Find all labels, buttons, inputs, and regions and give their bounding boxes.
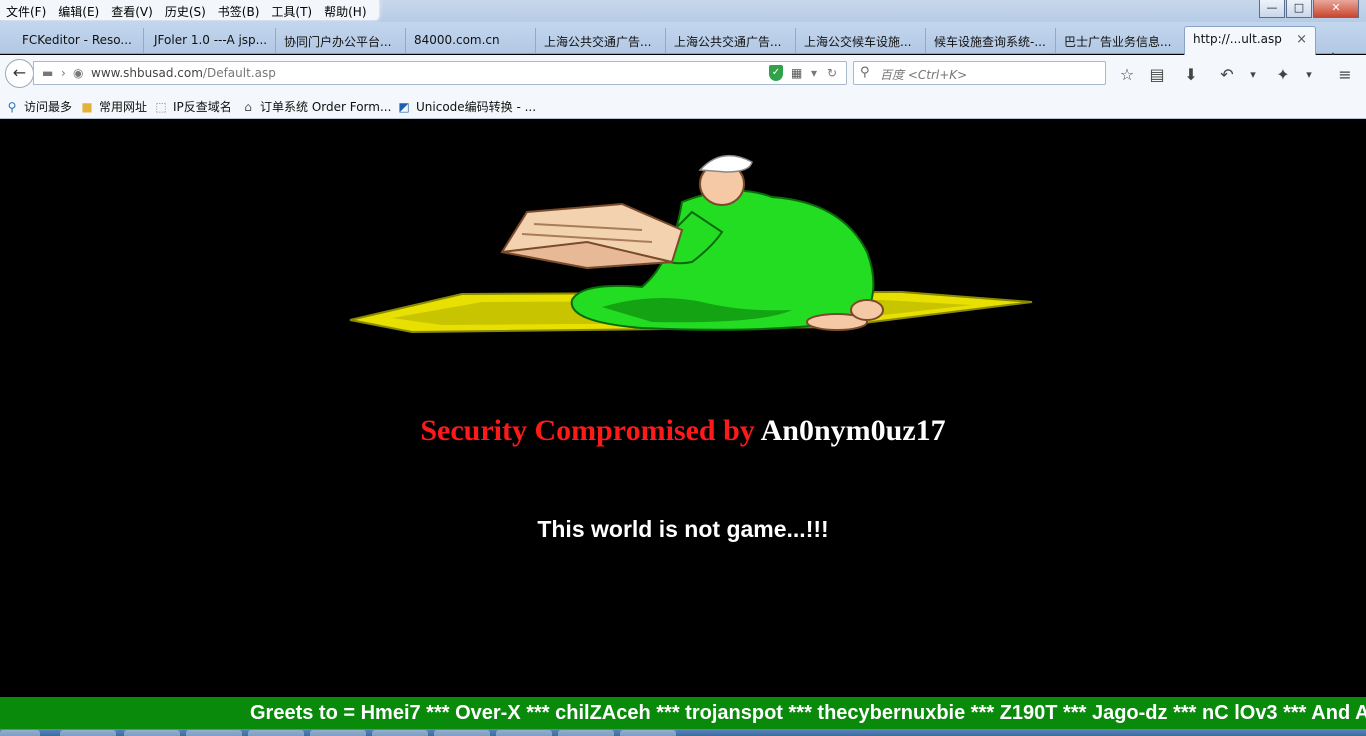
taskbar [0,729,1366,736]
tab-84000[interactable]: 84000.com.cn [406,28,536,54]
headline-red-text: Security Compromised by [420,414,755,447]
taskbar-item[interactable] [496,730,552,736]
address-host: www.shbusad.com [91,66,203,80]
taskbar-start[interactable] [0,730,40,736]
address-path: /Default.asp [202,66,276,80]
dropdown-icon[interactable]: ▾ [811,66,817,80]
undo-menu-icon[interactable]: ▾ [1242,68,1264,81]
bookmark-ip-lookup[interactable]: ⬚ IP反查域名 [154,98,232,115]
arrow-right-icon: › [61,66,66,80]
defacement-headline: Security Compromised by An0nym0uz17 [0,414,1366,448]
attacker-name: An0nym0uz17 [760,414,946,447]
tab-label: 候车设施查询系统-... [934,35,1046,49]
tab-strip: FCKeditor - Reso... JFoler 1.0 ---A jsp.… [0,22,1366,69]
tab-label: 上海公共交通广告... [674,35,782,49]
tab-facility-query[interactable]: 候车设施查询系统-... [926,28,1056,54]
home-icon: ⌂ [244,100,252,114]
tab-label: 上海公共交通广告... [544,35,652,49]
menu-help[interactable]: 帮助(H) [318,0,372,20]
close-window-button[interactable]: ✕ [1313,0,1359,18]
taskbar-item[interactable] [620,730,676,736]
tab-label: 协同门户办公平台... [284,35,392,49]
bookmark-common-sites[interactable]: ■ 常用网址 [80,98,147,115]
taskbar-item[interactable] [310,730,366,736]
extension-icon[interactable]: ✦ [1272,65,1294,84]
cap [698,154,753,173]
identity-icon: ▬ [42,66,54,80]
page-icon: ⬚ [155,100,167,114]
tab-active[interactable]: http://...ult.asp × [1184,26,1316,55]
menu-bookmarks[interactable]: 书签(B) [212,0,266,20]
tagline: This world is not game...!!! [537,516,829,542]
taskbar-item[interactable] [434,730,490,736]
tab-close-icon[interactable]: × [1296,32,1307,47]
menu-file[interactable]: 文件(F) [0,0,52,20]
back-arrow-icon: ← [12,63,27,82]
taskbar-item[interactable] [558,730,614,736]
tab-portal[interactable]: 协同门户办公平台... [276,28,406,54]
menu-view[interactable]: 查看(V) [105,0,159,20]
web-page: Security Compromised by An0nym0uz17 This… [0,120,1366,736]
bookmark-most-visited[interactable]: ⚲ 访问最多 [5,98,72,115]
bookmark-label: 订单系统 Order Form... [260,100,392,114]
bookmark-order-form[interactable]: ⌂ 订单系统 Order Form... [241,98,391,115]
bookmark-label: 常用网址 [99,100,148,114]
minimize-button[interactable]: — [1259,0,1285,18]
title-bar: 文件(F) 编辑(E) 查看(V) 历史(S) 书签(B) 工具(T) 帮助(H… [0,0,1366,22]
security-shield-icon[interactable]: ✓ [769,65,783,81]
tab-ad-1[interactable]: 上海公共交通广告... [536,28,666,54]
hamburger-menu-icon[interactable]: ≡ [1334,65,1356,84]
back-button[interactable]: ← [5,59,34,88]
download-icon[interactable]: ⬇ [1180,65,1202,84]
greets-marquee: Greets to = Hmei7 *** Over-X *** chilZAc… [0,697,1366,729]
tab-ad-2[interactable]: 上海公共交通广告... [666,28,796,54]
tab-bus-ad-info[interactable]: 巴士广告业务信息... [1056,28,1186,54]
taskbar-item[interactable] [60,730,116,736]
tab-label: 84000.com.cn [414,33,500,47]
most-visited-icon: ⚲ [7,100,17,114]
address-text: www.shbusad.com/Default.asp [91,66,276,80]
browser-window: 文件(F) 编辑(E) 查看(V) 历史(S) 书签(B) 工具(T) 帮助(H… [0,0,1366,736]
maximize-button[interactable]: □ [1286,0,1312,18]
taskbar-item[interactable] [124,730,180,736]
bookmark-star-icon[interactable]: ☆ [1116,65,1138,84]
address-bar[interactable]: ▬ › ◉ www.shbusad.com/Default.asp ✓ ▦ ▾ … [33,61,847,85]
bookmarks-bar: ⚲ 访问最多 ■ 常用网址 ⬚ IP反查域名 ⌂ 订单系统 Order Form... … [0,93,1366,119]
marquee-text: Greets to = Hmei7 *** Over-X *** chilZAc… [250,702,1366,724]
foot [850,299,884,321]
qr-code-icon[interactable]: ▦ [791,66,802,80]
tab-label: 巴士广告业务信息... [1064,35,1172,49]
folder-icon: ■ [81,100,93,114]
bookmark-label: IP反查域名 [173,100,232,114]
taskbar-item[interactable] [186,730,242,736]
unicode-site-icon: ◩ [398,100,410,114]
tab-label: 上海公交候车设施... [804,35,912,49]
navigation-bar: ← ▬ › ◉ www.shbusad.com/Default.asp ✓ ▦ … [0,55,1366,93]
search-placeholder: 百度 <Ctrl+K> [880,68,968,82]
bookmark-label: Unicode编码转换 - ... [416,100,537,114]
globe-icon: ◉ [73,66,84,80]
search-box[interactable]: ⚲ 百度 <Ctrl+K> [853,61,1106,85]
taskbar-item[interactable] [248,730,304,736]
menu-bar: 文件(F) 编辑(E) 查看(V) 历史(S) 书签(B) 工具(T) 帮助(H… [0,0,379,20]
menu-tools[interactable]: 工具(T) [265,0,318,20]
tab-bus-facility[interactable]: 上海公交候车设施... [796,28,926,54]
menu-history[interactable]: 历史(S) [159,0,212,20]
praying-figure-image [349,154,1033,334]
tab-fckeditor[interactable]: FCKeditor - Reso... [14,28,144,54]
undo-icon[interactable]: ↶ [1216,65,1238,84]
tab-label: JFoler 1.0 ---A jsp... [154,33,268,47]
extension-menu-icon[interactable]: ▾ [1298,68,1320,81]
tab-jfoler[interactable]: JFoler 1.0 ---A jsp... [146,28,276,54]
search-icon: ⚲ [860,65,870,80]
bookmark-unicode[interactable]: ◩ Unicode编码转换 - ... [397,98,536,115]
tab-label: http://...ult.asp [1193,32,1282,46]
menu-edit[interactable]: 编辑(E) [52,0,105,20]
bookmark-label: 访问最多 [24,100,73,114]
taskbar-item[interactable] [372,730,428,736]
tab-label: FCKeditor - Reso... [22,33,132,47]
reload-icon[interactable]: ↻ [827,66,837,80]
reading-list-icon[interactable]: ▤ [1146,65,1168,84]
